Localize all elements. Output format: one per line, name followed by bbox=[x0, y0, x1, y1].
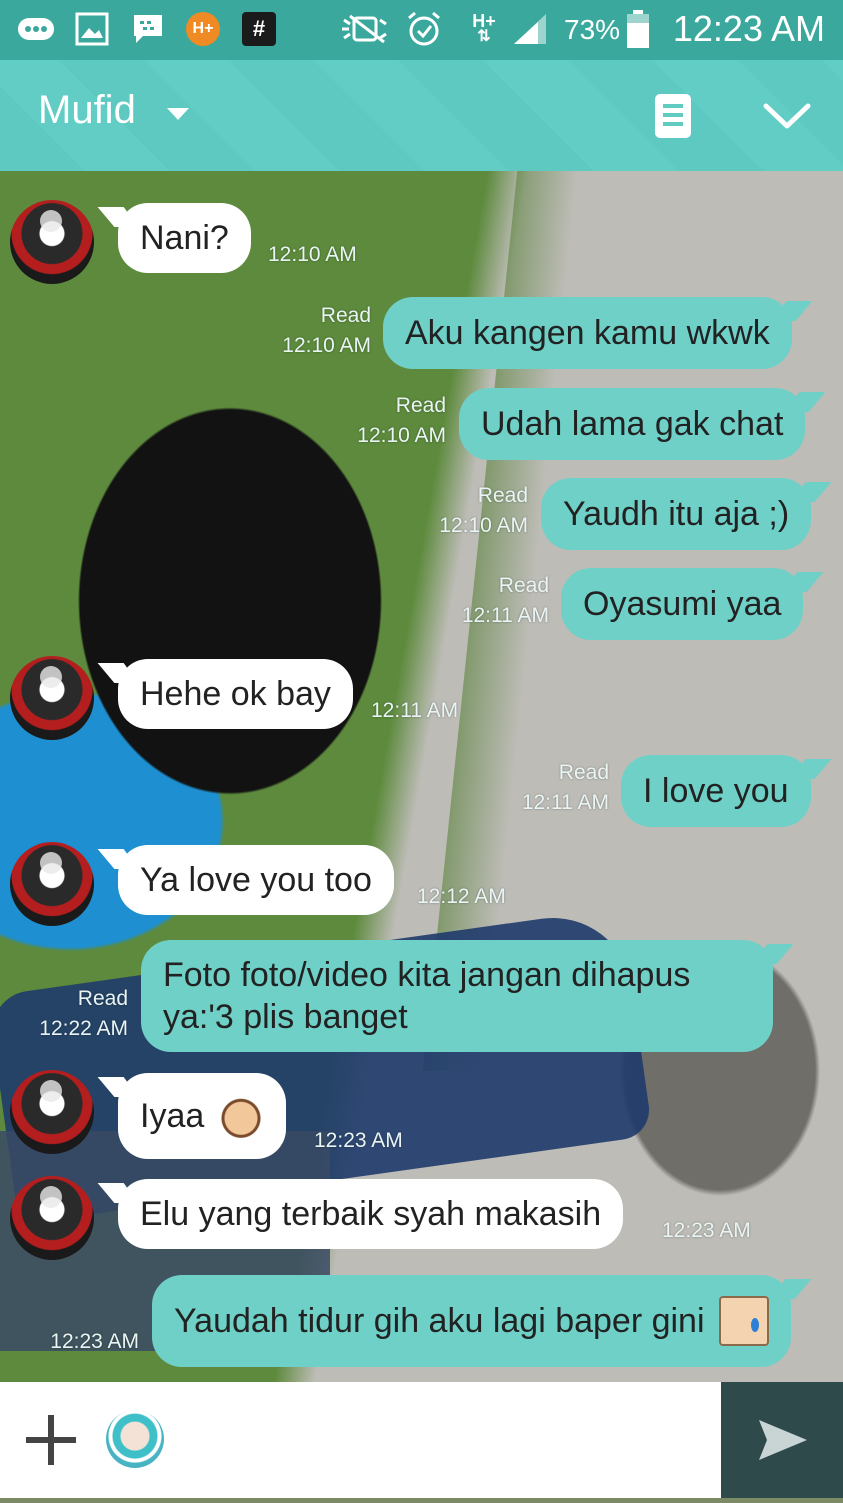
hplus-label: H+ bbox=[192, 20, 214, 37]
image-notification-icon bbox=[74, 12, 110, 46]
messenger-icon bbox=[130, 12, 166, 46]
message-bubble[interactable]: Hehe ok bay bbox=[118, 659, 353, 729]
status-bar: H+ # H+ ⇅ 73% 12:23 AM bbox=[0, 0, 843, 60]
hashtag-icon: # bbox=[242, 12, 276, 46]
message-text: Yaudh itu aja ;) bbox=[563, 495, 790, 533]
chat-header: Mufid bbox=[0, 60, 843, 171]
read-receipt: Read bbox=[320, 304, 371, 327]
battery-percent: 73% bbox=[564, 14, 621, 45]
message-bubble[interactable]: Udah lama gak chat bbox=[459, 388, 806, 460]
message-read-time: Read 12:22 AM bbox=[39, 984, 128, 1044]
status-time: 12:23 AM bbox=[672, 8, 825, 49]
message-bubble[interactable]: I love you bbox=[621, 755, 811, 827]
chat-title[interactable]: Mufid bbox=[38, 88, 136, 133]
message-time: 12:11 AM bbox=[461, 604, 549, 627]
message-bubble[interactable]: Aku kangen kamu wkwk bbox=[383, 297, 792, 369]
send-icon[interactable] bbox=[721, 1382, 843, 1498]
hash-label: # bbox=[252, 16, 266, 41]
avatar[interactable] bbox=[10, 1176, 94, 1260]
avatar[interactable] bbox=[10, 842, 94, 926]
read-receipt: Read bbox=[395, 394, 446, 417]
message-text: Elu yang terbaik syah makasih bbox=[140, 1195, 602, 1233]
message-time: 12:11 AM bbox=[521, 791, 609, 814]
message-bubble[interactable]: Iyaa bbox=[118, 1073, 287, 1159]
message-bubble[interactable]: Oyasumi yaa bbox=[561, 568, 804, 640]
avatar[interactable] bbox=[10, 200, 94, 284]
message-text: Udah lama gak chat bbox=[481, 405, 784, 443]
message-time: 12:23 AM bbox=[50, 1327, 139, 1357]
message-bubble[interactable]: Foto foto/video kita jangan dihapus ya:'… bbox=[141, 940, 773, 1052]
notes-icon[interactable] bbox=[655, 94, 691, 138]
avatar[interactable] bbox=[10, 1070, 94, 1154]
message-text: Yaudah tidur gih aku lagi baper gini bbox=[174, 1302, 705, 1340]
message-bubble[interactable]: Yaudah tidur gih aku lagi baper gini bbox=[152, 1275, 791, 1367]
message-text: Nani? bbox=[140, 219, 229, 257]
network-label: H+ bbox=[472, 11, 496, 31]
message-time: 12:10 AM bbox=[439, 514, 528, 537]
read-receipt: Read bbox=[77, 987, 128, 1010]
caret-down-icon[interactable] bbox=[167, 108, 189, 120]
alarm-icon bbox=[404, 11, 444, 46]
laughing-face-icon bbox=[218, 1093, 265, 1139]
plus-icon[interactable] bbox=[26, 1415, 76, 1465]
message-bubble[interactable]: Elu yang terbaik syah makasih bbox=[118, 1179, 624, 1249]
message-bubble[interactable]: Ya love you too bbox=[118, 845, 394, 915]
message-text: Hehe ok bay bbox=[140, 675, 331, 713]
sticker-icon[interactable] bbox=[106, 1410, 164, 1468]
message-read-time: Read 12:10 AM bbox=[357, 391, 446, 451]
signal-icon bbox=[508, 12, 552, 46]
message-text: Foto foto/video kita jangan dihapus ya:'… bbox=[163, 956, 691, 1036]
message-time: 12:11 AM bbox=[371, 699, 459, 722]
chevron-down-icon[interactable] bbox=[758, 90, 816, 140]
message-time: 12:23 AM bbox=[662, 1219, 751, 1242]
read-receipt: Read bbox=[558, 761, 609, 784]
battery-icon bbox=[624, 10, 652, 48]
chat-notification-icon bbox=[16, 12, 56, 46]
message-time: 12:22 AM bbox=[39, 1017, 128, 1040]
message-read-time: Read 12:10 AM bbox=[439, 481, 528, 541]
message-text: Oyasumi yaa bbox=[583, 585, 782, 623]
message-read-time: Read 12:11 AM bbox=[522, 758, 609, 818]
message-time: 12:10 AM bbox=[282, 334, 371, 357]
message-bubble[interactable]: Nani? bbox=[118, 203, 251, 273]
message-read-time: Read 12:11 AM bbox=[462, 571, 549, 631]
avatar[interactable] bbox=[10, 656, 94, 740]
message-text: Aku kangen kamu wkwk bbox=[405, 314, 770, 352]
network-hplus-icon: H+ ⇅ bbox=[472, 11, 496, 45]
message-text: Iyaa bbox=[140, 1097, 205, 1135]
message-time: 12:23 AM bbox=[314, 1129, 403, 1152]
message-text: Ya love you too bbox=[140, 861, 372, 899]
hplus-icon: H+ bbox=[186, 12, 220, 46]
message-bubble[interactable]: Yaudh itu aja ;) bbox=[541, 478, 812, 550]
read-receipt: Read bbox=[498, 574, 549, 597]
message-time: 12:10 AM bbox=[268, 243, 357, 266]
message-read-time: Read 12:10 AM bbox=[282, 301, 371, 361]
mute-icon bbox=[340, 12, 392, 46]
message-text: I love you bbox=[643, 772, 789, 810]
message-time: 12:23 AM bbox=[50, 1330, 139, 1353]
message-time: 12:10 AM bbox=[357, 424, 446, 447]
read-receipt: Read bbox=[477, 484, 528, 507]
message-time: 12:12 AM bbox=[417, 885, 506, 908]
message-input-bar bbox=[0, 1382, 721, 1498]
crying-face-icon bbox=[718, 1296, 769, 1346]
